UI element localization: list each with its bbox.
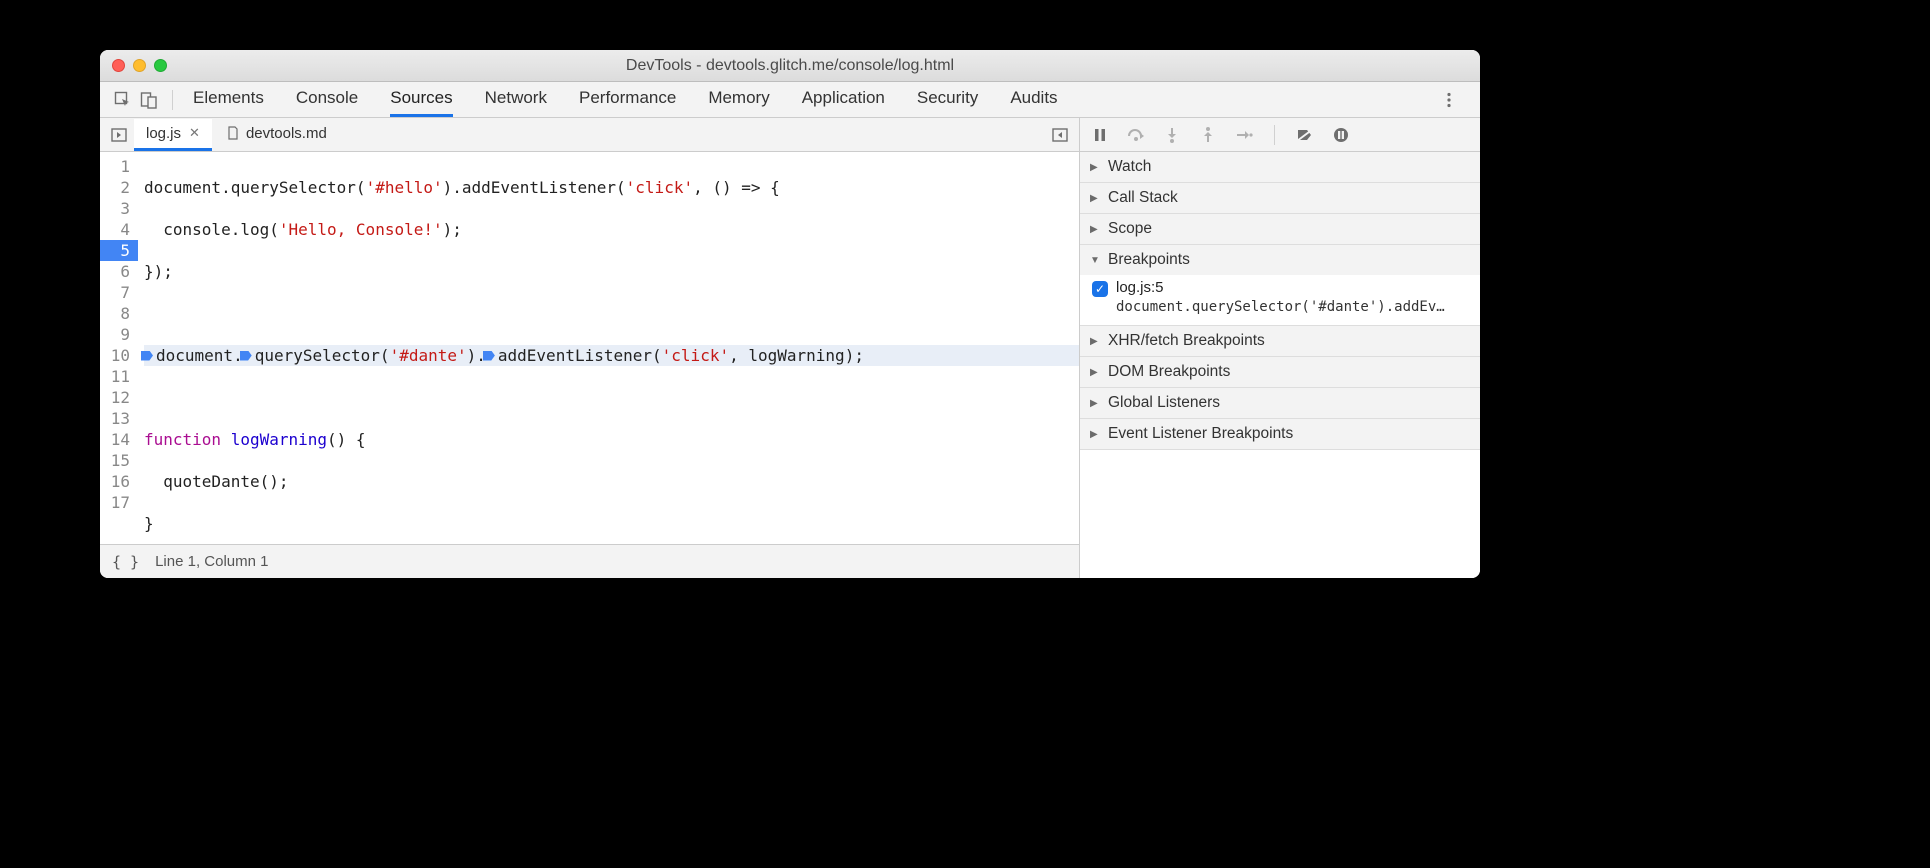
sources-left-pane: log.js ✕ devtools.md 1 2 3 xyxy=(100,118,1080,578)
section-call-stack[interactable]: ▶Call Stack xyxy=(1080,183,1480,214)
status-bar: { } Line 1, Column 1 xyxy=(100,544,1079,578)
cursor-position: Line 1, Column 1 xyxy=(155,553,268,570)
debugger-sidebar: ▶Watch ▶Call Stack ▶Scope ▼Breakpoints ✓… xyxy=(1080,118,1480,578)
section-breakpoints[interactable]: ▼Breakpoints ✓ log.js:5 document.querySe… xyxy=(1080,245,1480,326)
breakpoint-label: log.js:5 xyxy=(1116,279,1164,296)
zoom-window-button[interactable] xyxy=(154,59,167,72)
step-into-icon[interactable] xyxy=(1162,125,1182,145)
pause-icon[interactable] xyxy=(1090,125,1110,145)
panel-tab-bar: Elements Console Sources Network Perform… xyxy=(100,82,1480,118)
line-number[interactable]: 2 xyxy=(108,177,130,198)
checkbox-checked-icon[interactable]: ✓ xyxy=(1092,281,1108,297)
step-over-icon[interactable] xyxy=(1126,125,1146,145)
inline-breakpoint-icon[interactable] xyxy=(144,349,156,363)
code-editor[interactable]: 1 2 3 4 5 6 7 8 9 10 11 12 13 14 15 16 1 xyxy=(100,152,1079,544)
section-watch[interactable]: ▶Watch xyxy=(1080,152,1480,183)
section-event-listener-breakpoints[interactable]: ▶Event Listener Breakpoints xyxy=(1080,419,1480,450)
inline-breakpoint-icon[interactable] xyxy=(243,349,255,363)
file-tab-label: log.js xyxy=(146,125,181,142)
tab-network[interactable]: Network xyxy=(485,82,547,117)
line-number[interactable]: 1 xyxy=(108,156,130,177)
tab-console[interactable]: Console xyxy=(296,82,358,117)
section-xhr-breakpoints[interactable]: ▶XHR/fetch Breakpoints xyxy=(1080,326,1480,357)
close-icon[interactable]: ✕ xyxy=(189,125,200,141)
chevron-right-icon: ▶ xyxy=(1090,193,1102,204)
line-number[interactable]: 10 xyxy=(108,345,130,366)
main-split: log.js ✕ devtools.md 1 2 3 xyxy=(100,118,1480,578)
chevron-right-icon: ▶ xyxy=(1090,162,1102,173)
titlebar: DevTools - devtools.glitch.me/console/lo… xyxy=(100,50,1480,82)
line-number[interactable]: 11 xyxy=(108,366,130,387)
deactivate-breakpoints-icon[interactable] xyxy=(1295,125,1315,145)
step-icon[interactable] xyxy=(1234,125,1254,145)
chevron-right-icon: ▶ xyxy=(1090,398,1102,409)
step-out-icon[interactable] xyxy=(1198,125,1218,145)
breakpoint-item[interactable]: ✓ log.js:5 xyxy=(1092,279,1472,297)
tab-security[interactable]: Security xyxy=(917,82,978,117)
line-number[interactable]: 13 xyxy=(108,408,130,429)
chevron-right-icon: ▶ xyxy=(1090,336,1102,347)
inspect-element-icon[interactable] xyxy=(110,87,136,113)
separator xyxy=(172,90,173,110)
inline-breakpoint-icon[interactable] xyxy=(486,349,498,363)
breakpoint-snippet: document.querySelector('#dante').addEv… xyxy=(1116,299,1472,315)
file-icon xyxy=(226,126,240,140)
chevron-right-icon: ▶ xyxy=(1090,224,1102,235)
tab-audits[interactable]: Audits xyxy=(1010,82,1057,117)
line-number[interactable]: 15 xyxy=(108,450,130,471)
pretty-print-icon[interactable]: { } xyxy=(112,553,139,571)
tab-elements[interactable]: Elements xyxy=(193,82,264,117)
toggle-debugger-icon[interactable] xyxy=(1047,122,1073,148)
section-scope[interactable]: ▶Scope xyxy=(1080,214,1480,245)
tab-memory[interactable]: Memory xyxy=(708,82,769,117)
kebab-menu-icon[interactable] xyxy=(1436,87,1462,113)
chevron-down-icon: ▼ xyxy=(1090,255,1102,266)
tab-performance[interactable]: Performance xyxy=(579,82,676,117)
line-number[interactable]: 17 xyxy=(108,492,130,513)
line-number[interactable]: 16 xyxy=(108,471,130,492)
section-dom-breakpoints[interactable]: ▶DOM Breakpoints xyxy=(1080,357,1480,388)
line-number[interactable]: 3 xyxy=(108,198,130,219)
line-number[interactable]: 14 xyxy=(108,429,130,450)
traffic-lights xyxy=(112,59,167,72)
line-number[interactable]: 12 xyxy=(108,387,130,408)
line-number[interactable]: 6 xyxy=(108,261,130,282)
debugger-toolbar xyxy=(1080,118,1480,152)
file-tab-bar: log.js ✕ devtools.md xyxy=(100,118,1079,152)
pause-on-exceptions-icon[interactable] xyxy=(1331,125,1351,145)
window-title: DevTools - devtools.glitch.me/console/lo… xyxy=(626,57,954,75)
file-tab-log-js[interactable]: log.js ✕ xyxy=(134,119,212,151)
minimize-window-button[interactable] xyxy=(133,59,146,72)
chevron-right-icon: ▶ xyxy=(1090,367,1102,378)
tab-application[interactable]: Application xyxy=(802,82,885,117)
breakpoints-list: ✓ log.js:5 document.querySelector('#dant… xyxy=(1080,275,1480,325)
separator xyxy=(1274,125,1275,145)
section-global-listeners[interactable]: ▶Global Listeners xyxy=(1080,388,1480,419)
line-number[interactable]: 7 xyxy=(108,282,130,303)
line-number[interactable]: 4 xyxy=(108,219,130,240)
line-number[interactable]: 8 xyxy=(108,303,130,324)
chevron-right-icon: ▶ xyxy=(1090,429,1102,440)
line-gutter[interactable]: 1 2 3 4 5 6 7 8 9 10 11 12 13 14 15 16 1 xyxy=(100,152,138,544)
devtools-window: DevTools - devtools.glitch.me/console/lo… xyxy=(100,50,1480,578)
line-number[interactable]: 9 xyxy=(108,324,130,345)
line-number-breakpoint[interactable]: 5 xyxy=(100,240,138,261)
toggle-navigator-icon[interactable] xyxy=(106,122,132,148)
panel-tabs: Elements Console Sources Network Perform… xyxy=(193,82,1058,117)
file-tab-devtools-md[interactable]: devtools.md xyxy=(214,119,339,151)
close-window-button[interactable] xyxy=(112,59,125,72)
device-toolbar-icon[interactable] xyxy=(136,87,162,113)
tab-sources[interactable]: Sources xyxy=(390,82,452,117)
file-tab-label: devtools.md xyxy=(246,125,327,142)
code-area[interactable]: document.querySelector('#hello').addEven… xyxy=(138,152,1079,544)
